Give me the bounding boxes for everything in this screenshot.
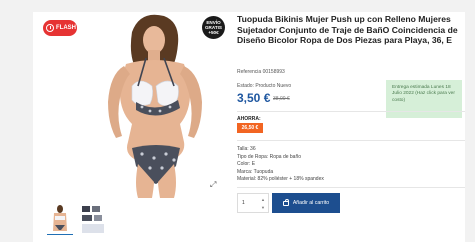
product-reference: Referencia 00158993 xyxy=(237,69,285,75)
product-main-image[interactable] xyxy=(80,14,226,198)
divider xyxy=(237,187,465,188)
thumbnail-image xyxy=(80,203,106,235)
add-to-cart-label: Añadir al carrito xyxy=(292,200,330,206)
thumbnail-1[interactable] xyxy=(47,203,73,235)
quantity-stepper[interactable]: 1 ▲ ▼ xyxy=(237,193,269,213)
chevron-down-icon[interactable]: ▼ xyxy=(261,205,265,210)
spec-brand: Marca: Tuopuda xyxy=(237,168,274,175)
save-badge: 26,50 € xyxy=(237,123,263,133)
product-price: 3,50 € xyxy=(237,91,271,105)
quantity-value[interactable]: 1 xyxy=(242,200,245,206)
add-to-cart-button[interactable]: Añadir al carrito xyxy=(272,193,340,213)
flash-label: FLASH xyxy=(56,25,76,31)
shopping-bag-icon xyxy=(282,199,289,206)
flash-badge: FLASH xyxy=(43,20,77,36)
divider xyxy=(237,140,465,141)
clock-icon xyxy=(46,24,54,32)
expand-icon[interactable]: ⤢ xyxy=(210,181,218,189)
spec-material: Material: 82% poliéster + 18% spandex xyxy=(237,176,324,183)
delivery-estimate[interactable]: Entrega estimada Lunes 18 Julio 2022 (Ha… xyxy=(386,80,462,118)
free-shipping-badge: ENVÍO GRATIS +50€ xyxy=(202,16,225,39)
product-specs: Talla: 36 Tipo de Ropa: Ropa de baño Col… xyxy=(237,146,324,184)
chevron-up-icon[interactable]: ▲ xyxy=(261,197,265,202)
spec-color: Color: E xyxy=(237,161,256,168)
thumbnail-2[interactable] xyxy=(80,203,106,235)
product-photo xyxy=(80,14,226,198)
thumbnail-image xyxy=(47,203,73,234)
product-title: Tuopuda Bikinis Mujer Push up con Rellen… xyxy=(237,14,458,46)
spec-size: Talla: 36 xyxy=(237,146,256,152)
product-state: Estado: Producto Nuevo xyxy=(237,83,292,89)
divider xyxy=(237,111,465,112)
old-price: 38,00 € xyxy=(273,96,290,102)
save-label: AHORRA: xyxy=(237,116,261,122)
spec-type: Tipo de Ropa: Ropa de baño xyxy=(237,153,302,160)
